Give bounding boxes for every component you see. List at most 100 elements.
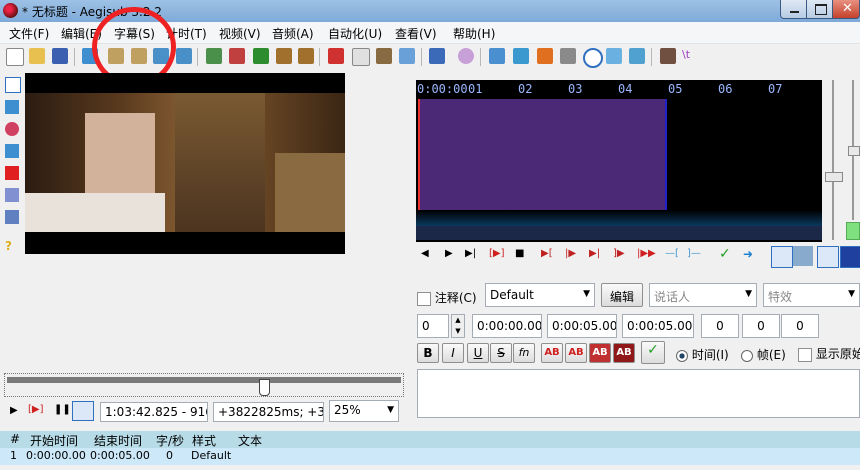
margin-right-input[interactable]: 0 [742,314,780,338]
scale-tool-icon[interactable] [5,166,19,180]
video-seek-bar[interactable] [4,373,404,397]
save-icon[interactable] [52,48,68,64]
commit-icon[interactable]: ✓ [719,246,731,262]
table-row[interactable]: 1 0:00:00.00 0:00:05.00 0 Default [0,448,860,465]
comment-checkbox[interactable]: 注释(C) [417,289,477,306]
play-after-start-icon[interactable]: |▶ [565,248,576,259]
grid-header-cps[interactable]: 字/秒 [156,432,184,449]
video-position-field[interactable]: 1:03:42.825 - 9165 [100,402,208,422]
strikeout-button[interactable]: S [490,343,512,363]
pause-icon[interactable]: ❚❚ [54,404,71,415]
menu-help[interactable]: 帮助(H) [453,25,495,42]
audio-selection[interactable] [418,99,667,226]
play-line-icon[interactable]: [▶] [28,404,44,415]
pencil-icon[interactable] [376,48,392,64]
seek-thumb[interactable] [259,379,270,396]
shadow-color-button[interactable]: AB [613,343,635,363]
auto-scroll-video-toggle[interactable] [72,401,94,421]
audio-icon[interactable] [176,48,192,64]
duration-input[interactable]: 0:00:05.00 [622,314,694,338]
spectrum-toggle[interactable] [840,246,860,268]
vector-clip-icon[interactable] [5,210,19,224]
subtitle-text-area[interactable] [417,369,860,418]
menu-video[interactable]: 视频(V) [219,25,261,42]
actor-input[interactable]: 说话人 ▼ [649,283,757,307]
attachments-icon[interactable] [399,48,415,64]
commit-button[interactable]: ✓ [641,341,665,364]
translate-icon[interactable] [429,48,445,64]
clip-tool-icon[interactable] [5,188,19,202]
help-icon[interactable]: ? [5,239,19,253]
grid-icon[interactable] [253,48,269,64]
secondary-color-button[interactable]: AB [565,343,587,363]
layer-spinner[interactable]: ▲ ▼ [451,314,465,338]
primary-color-button[interactable]: AB [541,343,563,363]
spellcheck-icon[interactable] [629,48,645,64]
play-after-icon[interactable]: ]▶ [613,248,625,259]
clock-icon[interactable] [583,48,603,68]
edit-style-button[interactable]: 编辑 [601,283,643,307]
margin-left-input[interactable]: 0 [701,314,739,338]
video-display[interactable] [25,73,345,254]
styles-icon[interactable] [206,48,222,64]
frame-radio[interactable]: 帧(E) [741,346,786,363]
underline-button[interactable]: U [467,343,489,363]
auto-commit-toggle[interactable] [771,246,793,268]
lead-in-icon[interactable]: —[ [665,248,679,259]
menu-view[interactable]: 查看(V) [395,25,437,42]
script-icon[interactable] [328,48,344,64]
audio-zoom-thumb[interactable] [825,172,843,182]
standard-tool-icon[interactable] [5,77,21,93]
show-original-checkbox[interactable]: 显示原始 [798,345,860,362]
auto-next-toggle[interactable] [793,246,813,266]
stop-icon[interactable]: ■ [515,248,524,259]
tools-icon[interactable] [660,48,676,64]
rotate-z-icon[interactable] [5,122,19,136]
audio-scrollbar[interactable] [416,226,822,240]
audio-zoom-slider[interactable] [832,80,834,240]
film-strip-icon[interactable] [298,48,314,64]
video-offset-field[interactable]: +3822825ms; +38 [213,402,324,422]
spin-up-icon[interactable]: ▲ [452,315,464,326]
properties-icon[interactable] [352,48,370,66]
italic-button[interactable]: I [442,343,464,363]
audio-timing-icon[interactable] [513,48,529,64]
start-time-input[interactable]: 0:00:00.00 [472,314,542,338]
style-select[interactable]: Default ▼ [485,283,595,307]
maximize-button[interactable] [806,0,833,19]
minimize-button[interactable] [780,0,807,19]
resample-icon[interactable] [606,48,622,64]
outline-color-button[interactable]: AB [589,343,611,363]
automation-icon[interactable] [458,48,474,64]
play-before-end-icon[interactable]: ▶| [589,248,600,259]
grid-header-start[interactable]: 开始时间 [30,432,78,449]
layer-input[interactable]: 0 [417,314,449,338]
margin-vertical-input[interactable]: 0 [781,314,819,338]
grid-header-end[interactable]: 结束时间 [94,432,142,449]
menu-file[interactable]: 文件(F) [9,25,49,42]
style-manager-icon[interactable] [229,48,245,64]
grid-header-style[interactable]: 样式 [192,432,216,449]
audio-volume-thumb[interactable] [848,146,860,156]
end-time-input[interactable]: 0:00:05.00 [547,314,617,338]
grid-header-text[interactable]: 文本 [238,432,262,449]
go-next-icon[interactable]: ➜ [743,247,753,261]
shift-times-icon[interactable] [489,48,505,64]
audio-link-toggle[interactable] [846,222,860,240]
menu-automation[interactable]: 自动化(U) [328,25,382,42]
film-icon[interactable] [276,48,292,64]
play-current-line-icon[interactable]: [▶] [489,248,505,259]
auto-scroll-toggle[interactable] [817,246,839,268]
zoom-select[interactable]: 25% ▼ [329,400,399,422]
effect-input[interactable]: 特效 ▼ [763,283,860,307]
time-radio[interactable]: 时间(I) [676,346,729,363]
close-button[interactable]: ✕ [832,0,860,19]
lead-out-icon[interactable]: ]— [687,248,701,259]
play-to-end-icon[interactable]: |▶▶ [637,248,656,259]
drag-tool-icon[interactable] [5,100,19,114]
play-selection-icon[interactable]: ▶| [465,248,476,259]
rotate-xy-icon[interactable] [5,144,19,158]
next-line-icon[interactable]: ▶ [445,248,453,259]
menu-audio[interactable]: 音频(A) [272,25,314,42]
fish-icon[interactable] [537,48,553,64]
